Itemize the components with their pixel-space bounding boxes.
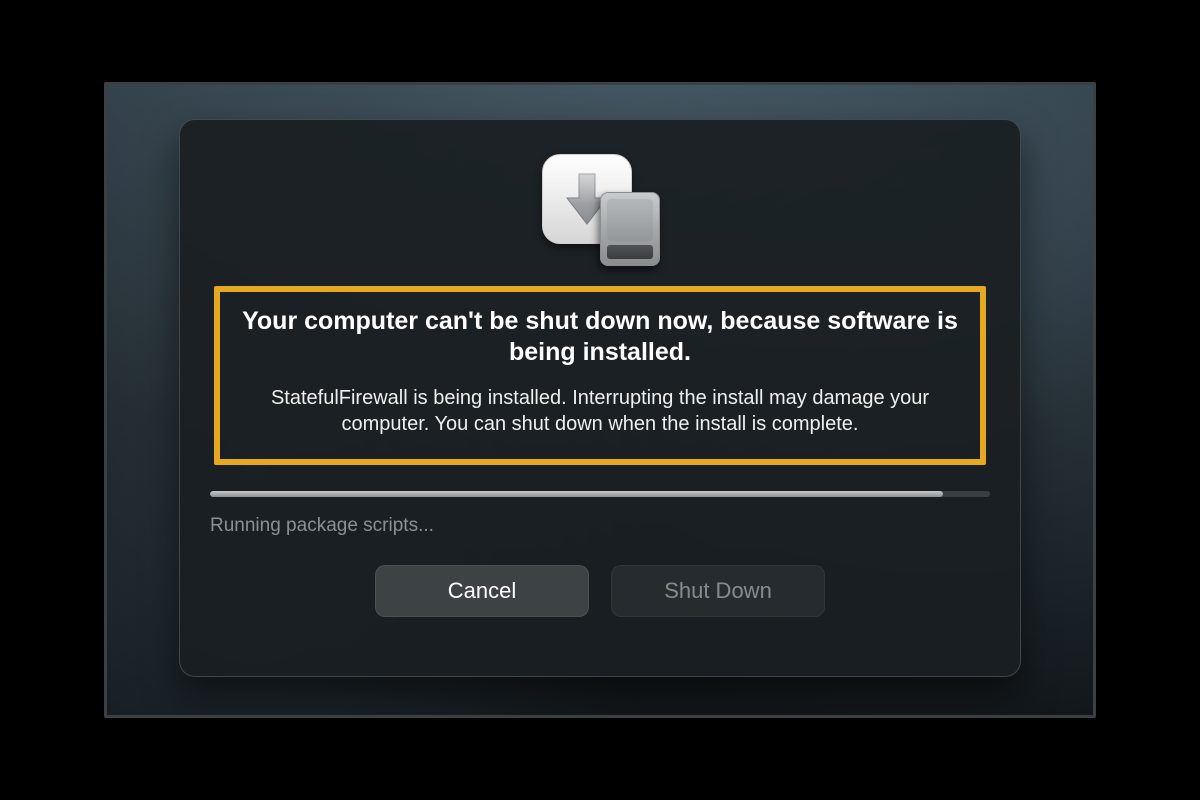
message-highlight-frame: Your computer can't be shut down now, be…: [214, 286, 986, 465]
progress-track: [210, 491, 990, 497]
dialog-button-row: Cancel Shut Down: [375, 565, 825, 617]
installer-disk-icon: [542, 154, 658, 262]
progress-status-label: Running package scripts...: [210, 515, 990, 537]
dialog-subtext: StatefulFirewall is being installed. Int…: [242, 385, 958, 437]
shut-down-button: Shut Down: [611, 565, 825, 617]
install-progress: Running package scripts...: [210, 491, 990, 537]
dialog-heading: Your computer can't be shut down now, be…: [242, 306, 958, 369]
progress-fill: [210, 491, 943, 497]
cancel-button[interactable]: Cancel: [375, 565, 589, 617]
hard-disk-icon: [600, 192, 660, 266]
shutdown-blocked-dialog: Your computer can't be shut down now, be…: [179, 119, 1021, 677]
screenshot-window: Your computer can't be shut down now, be…: [104, 82, 1096, 718]
